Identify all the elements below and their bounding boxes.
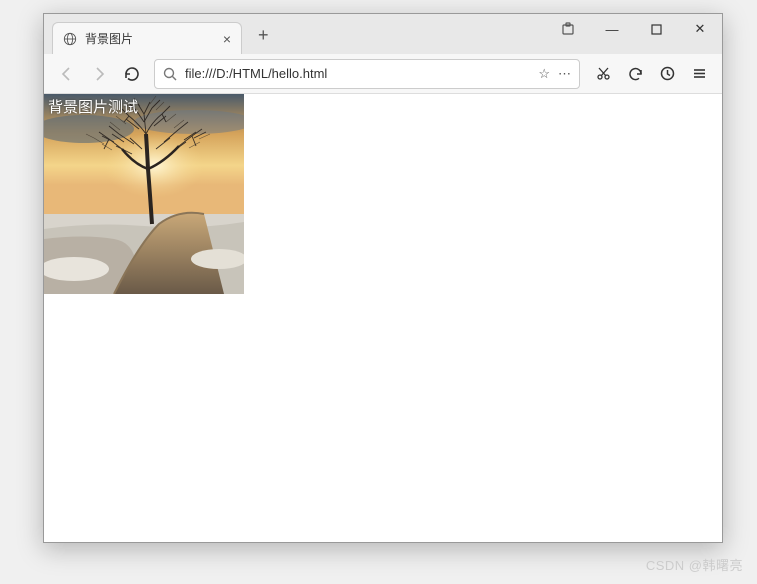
undo-icon[interactable]: [620, 59, 650, 89]
maximize-button[interactable]: [634, 14, 678, 44]
history-icon[interactable]: [652, 59, 682, 89]
landscape-image: [44, 94, 244, 294]
background-image-box: 背景图片测试: [44, 94, 244, 294]
close-window-button[interactable]: ✕: [678, 14, 722, 44]
minimize-button[interactable]: —: [590, 14, 634, 44]
scissors-icon[interactable]: [588, 59, 618, 89]
browser-tab[interactable]: 背景图片 ×: [52, 22, 242, 54]
globe-icon: [63, 32, 77, 46]
extensions-icon[interactable]: [546, 14, 590, 44]
hamburger-menu-icon[interactable]: [684, 59, 714, 89]
browser-window: 背景图片 × + — ✕ f: [43, 13, 723, 543]
address-bar[interactable]: file:///D:/HTML/hello.html ☆ ⋯: [154, 59, 580, 89]
tab-close-button[interactable]: ×: [221, 31, 233, 47]
url-text: file:///D:/HTML/hello.html: [185, 66, 530, 81]
reload-button[interactable]: [116, 59, 146, 89]
back-button[interactable]: [52, 59, 82, 89]
forward-button[interactable]: [84, 59, 114, 89]
page-heading: 背景图片测试: [48, 96, 138, 117]
address-more-icon[interactable]: ⋯: [558, 66, 571, 82]
toolbar: file:///D:/HTML/hello.html ☆ ⋯: [44, 54, 722, 94]
watermark: CSDN @韩曙亮: [646, 555, 743, 574]
titlebar: 背景图片 × + — ✕: [44, 14, 722, 54]
window-controls: — ✕: [546, 14, 722, 44]
search-icon: [163, 67, 177, 81]
toolbar-right: [588, 59, 714, 89]
page-content: 背景图片测试: [44, 94, 722, 542]
new-tab-button[interactable]: +: [252, 23, 275, 48]
tab-title: 背景图片: [85, 30, 213, 47]
bookmark-star-icon[interactable]: ☆: [538, 66, 550, 82]
